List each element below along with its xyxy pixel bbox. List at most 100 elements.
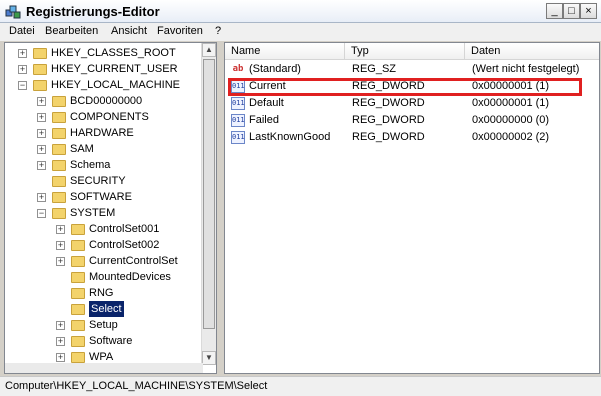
dword-value-icon: 011 [231, 97, 245, 110]
value-list[interactable]: Name Typ Daten ab (Standard) REG_SZ (Wert n… [224, 42, 600, 374]
tree-item-label: HARDWARE [70, 127, 134, 139]
value-data: (Wert nicht festgelegt) [472, 63, 580, 75]
tree-item[interactable]: + SAM [5, 141, 201, 157]
column-header-name[interactable]: Name [225, 43, 345, 60]
tree-item[interactable]: MountedDevices [5, 269, 201, 285]
folder-icon [71, 272, 85, 283]
close-button[interactable]: × [580, 3, 597, 19]
value-row[interactable]: 011 Failed REG_DWORD 0x00000000 (0) [225, 112, 599, 129]
tree-item[interactable]: + ControlSet002 [5, 237, 201, 253]
menu-ansicht[interactable]: Ansicht [111, 25, 147, 37]
expand-icon[interactable]: + [56, 337, 65, 346]
tree-item-label: ControlSet002 [89, 239, 160, 251]
value-data: 0x00000000 (0) [472, 114, 550, 126]
collapse-icon[interactable]: − [37, 209, 46, 218]
status-bar: Computer\HKEY_LOCAL_MACHINE\SYSTEM\Selec… [0, 376, 601, 396]
tree-item[interactable]: + HKEY_CLASSES_ROOT [5, 45, 201, 61]
tree-item[interactable]: + Schema [5, 157, 201, 173]
value-name: LastKnownGood [249, 131, 331, 143]
tree-item-label: HKEY_CURRENT_USER [51, 63, 178, 75]
registry-editor-icon [5, 5, 21, 19]
expand-icon[interactable]: + [56, 225, 65, 234]
tree-item-label: Setup [89, 319, 118, 331]
menu-favoriten[interactable]: Favoriten [157, 25, 203, 37]
expand-icon[interactable]: + [18, 65, 27, 74]
minimize-button[interactable]: _ [546, 3, 563, 19]
expand-icon[interactable]: + [56, 321, 65, 330]
menu-datei[interactable]: Datei [9, 25, 35, 37]
folder-icon [52, 128, 66, 139]
registry-tree[interactable]: + HKEY_CLASSES_ROOT + HKEY_CURRENT_USER − HKE… [4, 42, 217, 374]
title-bar: Registrierungs-Editor _ □ × [0, 0, 601, 23]
folder-icon [71, 240, 85, 251]
expand-icon[interactable]: + [37, 113, 46, 122]
value-name: (Standard) [249, 63, 301, 75]
folder-icon [52, 192, 66, 203]
dword-value-icon: 011 [231, 131, 245, 144]
tree-item-label: SAM [70, 143, 94, 155]
scroll-thumb[interactable] [203, 59, 215, 329]
collapse-icon[interactable]: − [18, 81, 27, 90]
value-row[interactable]: ab (Standard) REG_SZ (Wert nicht festgelegt… [225, 61, 599, 78]
folder-icon [71, 320, 85, 331]
value-row[interactable]: 011 LastKnownGood REG_DWORD 0x00000002 (2) [225, 129, 599, 146]
folder-icon [71, 352, 85, 363]
expand-icon[interactable]: + [37, 161, 46, 170]
expand-icon[interactable]: + [56, 257, 65, 266]
tree-item[interactable]: Select [5, 301, 201, 317]
expand-icon[interactable]: + [37, 129, 46, 138]
value-type: REG_DWORD [352, 114, 425, 126]
scroll-down-button[interactable]: ▼ [202, 351, 216, 365]
tree-item[interactable]: + SOFTWARE [5, 189, 201, 205]
tree-item-label: BCD00000000 [70, 95, 143, 107]
tree-item-label: CurrentControlSet [89, 255, 178, 267]
value-data: 0x00000002 (2) [472, 131, 550, 143]
tree-item[interactable]: − HKEY_LOCAL_MACHINE [5, 77, 201, 93]
tree-item[interactable]: + ControlSet001 [5, 221, 201, 237]
tree-horizontal-scrollbar[interactable] [5, 363, 203, 373]
tree-item-label: Software [89, 335, 133, 347]
tree-item[interactable]: + CurrentControlSet [5, 253, 201, 269]
expand-icon[interactable]: + [18, 49, 27, 58]
expand-icon[interactable]: + [37, 193, 46, 202]
tree-item[interactable]: RNG [5, 285, 201, 301]
value-type: REG_SZ [352, 63, 397, 75]
tree-item[interactable]: + HKEY_CURRENT_USER [5, 61, 201, 77]
menu-bar: Datei Bearbeiten Ansicht Favoriten ? [0, 23, 601, 41]
menu-help[interactable]: ? [215, 25, 221, 37]
tree-item[interactable]: + Software [5, 333, 201, 349]
tree-item-label: SOFTWARE [70, 191, 132, 203]
tree-item-label: HKEY_LOCAL_MACHINE [51, 79, 180, 91]
tree-item[interactable]: + COMPONENTS [5, 109, 201, 125]
folder-icon [33, 64, 47, 75]
tree-item[interactable]: + HARDWARE [5, 125, 201, 141]
tree-item[interactable]: + Setup [5, 317, 201, 333]
value-row[interactable]: 011 Default REG_DWORD 0x00000001 (1) [225, 95, 599, 112]
tree-item-label: SECURITY [70, 175, 126, 187]
tree-item-label: MountedDevices [89, 271, 171, 283]
folder-icon [52, 112, 66, 123]
expand-icon[interactable]: + [37, 145, 46, 154]
value-name: Failed [249, 114, 279, 126]
value-name: Default [249, 97, 284, 109]
value-type: REG_DWORD [352, 131, 425, 143]
tree-item[interactable]: − SYSTEM [5, 205, 201, 221]
column-header-type[interactable]: Typ [345, 43, 465, 60]
tree-item-label: Select [89, 301, 124, 317]
tree-item[interactable]: SECURITY [5, 173, 201, 189]
maximize-button[interactable]: □ [563, 3, 580, 19]
expand-icon[interactable]: + [56, 353, 65, 362]
tree-vertical-scrollbar[interactable]: ▲ ▼ [201, 43, 216, 365]
scroll-up-button[interactable]: ▲ [202, 43, 216, 57]
folder-icon [71, 304, 85, 315]
tree-item[interactable]: + BCD00000000 [5, 93, 201, 109]
tree-item-label: ControlSet001 [89, 223, 160, 235]
expand-icon[interactable]: + [56, 241, 65, 250]
folder-icon [52, 176, 66, 187]
expand-icon[interactable]: + [37, 97, 46, 106]
tree-item-label: COMPONENTS [70, 111, 149, 123]
column-header-data[interactable]: Daten [465, 43, 599, 60]
menu-bearbeiten[interactable]: Bearbeiten [45, 25, 98, 37]
highlight-box [228, 78, 582, 96]
status-path: Computer\HKEY_LOCAL_MACHINE\SYSTEM\Selec… [5, 380, 268, 392]
